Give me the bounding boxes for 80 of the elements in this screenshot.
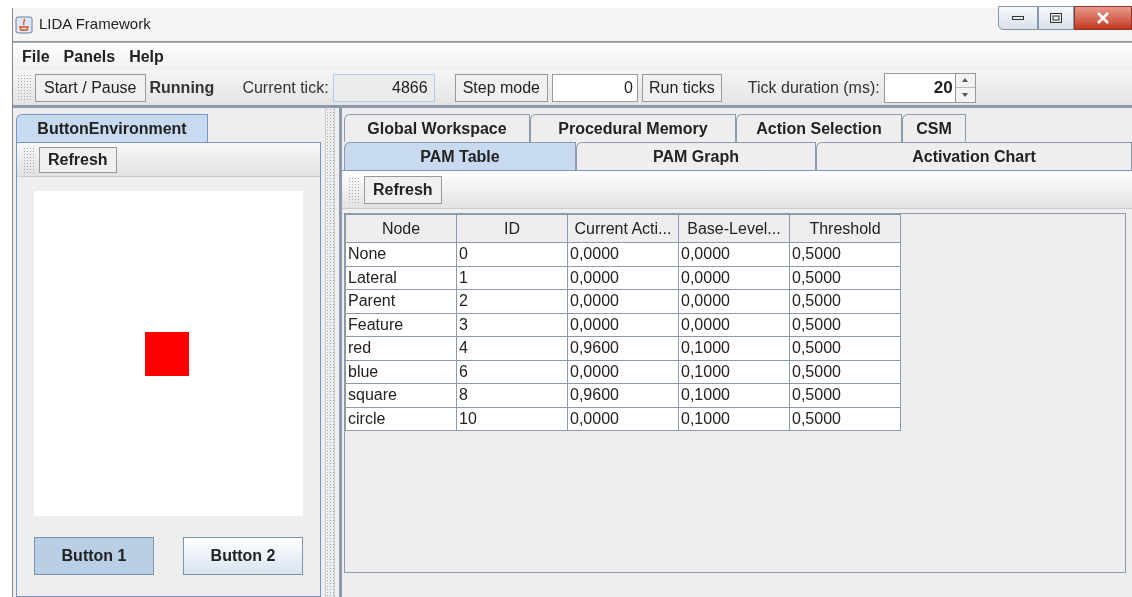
table-cell: 0,0000 [567,360,679,384]
tick-label: Current tick: [242,77,329,98]
table-cell: 0,9600 [567,336,679,360]
table-cell: 1 [456,266,568,290]
table-cell: 10 [456,407,568,431]
table-cell: 0,0000 [678,313,790,337]
close-icon [1096,12,1110,24]
menu-item[interactable]: Panels [63,44,116,69]
step-mode-button[interactable]: Step mode [454,73,548,102]
minimize-icon [1012,16,1024,20]
table-cell: 0,1000 [678,407,790,431]
maximize-icon [1050,13,1062,23]
table-cell: 0,1000 [678,336,790,360]
square-shape [144,332,189,376]
maximize-button[interactable] [1038,6,1074,30]
table-cell: 0,0000 [567,266,679,290]
spinner-up-icon[interactable] [962,78,969,83]
step-count-field[interactable]: 0 [552,73,638,102]
table-cell: Lateral [345,266,457,290]
table-cell: 2 [456,289,568,313]
tab[interactable]: Action Selection [736,114,902,142]
table-cell: 6 [456,360,568,384]
close-button[interactable] [1074,6,1132,30]
table-cell: 0,5000 [789,289,901,313]
refresh-button[interactable]: Refresh [39,146,117,173]
table-cell: 0,5000 [789,242,901,266]
tab[interactable]: PAM Table [344,142,576,170]
table-cell: 0,1000 [678,360,790,384]
run-ticks-button[interactable]: Run ticks [642,73,722,102]
table-cell: square [345,383,457,407]
current-tick-field: 4866 [332,73,435,102]
tick-duration-field[interactable]: 20 [883,72,956,103]
table-cell: 4 [456,336,568,360]
column-header[interactable]: Threshold [789,214,901,243]
start-pause-button[interactable]: Start / Pause [35,73,146,102]
table-cell: 0,5000 [789,313,901,337]
run-status: Running [149,77,215,98]
table-cell: Feature [345,313,457,337]
table-cell: 8 [456,383,568,407]
table-cell: 0 [456,242,568,266]
table-cell: 0,1000 [678,383,790,407]
table-cell: 0,5000 [789,407,901,431]
column-header[interactable]: Base-Level... [678,214,790,243]
tab[interactable]: Procedural Memory [530,114,736,142]
tab[interactable]: PAM Graph [576,142,816,170]
refresh-button[interactable]: Refresh [364,175,442,204]
menu-item[interactable]: Help [129,44,164,69]
table-cell: None [345,242,457,266]
tab[interactable]: CSM [902,114,966,142]
table-cell: 0,5000 [789,360,901,384]
table-cell: 0,5000 [789,266,901,290]
window-title: LIDA Framework [39,14,151,35]
table-cell: blue [345,360,457,384]
table-cell: 0,0000 [567,407,679,431]
table-cell: 0,5000 [789,383,901,407]
table-cell: 0,5000 [789,336,901,360]
tab[interactable]: Global Workspace [344,114,530,142]
column-header[interactable]: Current Acti... [567,214,679,243]
column-header[interactable]: Node [345,214,457,243]
tab[interactable]: Activation Chart [816,142,1132,170]
table-cell: 0,0000 [678,266,790,290]
tick-duration-label: Tick duration (ms): [747,77,880,98]
table-cell: 3 [456,313,568,337]
table-cell: 0,0000 [567,242,679,266]
table-cell: 0,0000 [678,289,790,313]
table-cell: 0,0000 [567,313,679,337]
spinner-down-icon[interactable] [962,92,969,97]
table-cell: 0,9600 [567,383,679,407]
panel-tab[interactable]: ButtonEnvironment [16,114,208,142]
table-cell: 0,0000 [678,242,790,266]
table-cell: 0,0000 [567,289,679,313]
environment-button[interactable]: Button 2 [183,537,304,575]
column-header[interactable]: ID [456,214,568,243]
table-cell: circle [345,407,457,431]
app-icon [15,15,33,34]
minimize-button[interactable] [998,6,1038,30]
environment-button[interactable]: Button 1 [34,537,154,575]
menu-item[interactable]: File [22,44,50,69]
table-cell: Parent [345,289,457,313]
table-cell: red [345,336,457,360]
